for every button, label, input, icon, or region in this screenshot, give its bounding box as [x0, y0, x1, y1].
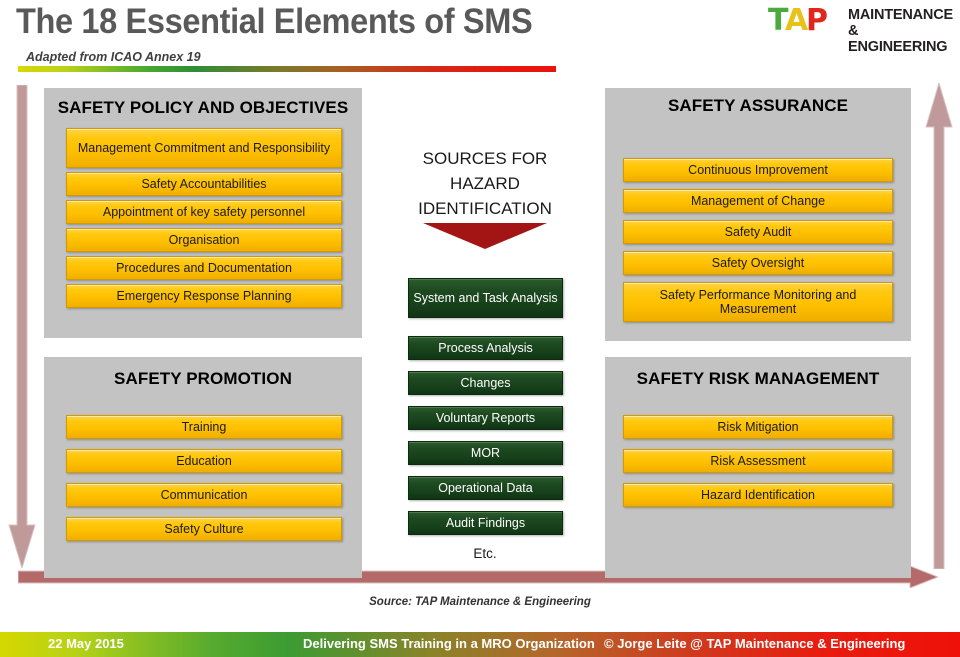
- footer-subject: Delivering SMS Training in a MRO Organiz…: [303, 636, 595, 651]
- center-heading-sources-for-hazard-identification: SOURCES FOR HAZARD IDENTIFICATION: [370, 146, 600, 221]
- element-box-mor[interactable]: MOR: [408, 441, 563, 465]
- element-box-safety-culture[interactable]: Safety Culture: [66, 517, 342, 541]
- page-header: The 18 Essential Elements of SMS Adapted…: [0, 0, 960, 75]
- panel-safety-promotion: SAFETY PROMOTION Training Education Comm…: [44, 357, 362, 578]
- title-accent-gradient-bar: [18, 66, 556, 72]
- element-box-process-analysis[interactable]: Process Analysis: [408, 336, 563, 360]
- element-box-procedures-and-documentation[interactable]: Procedures and Documentation: [66, 256, 342, 280]
- chevron-down-icon: [423, 223, 547, 249]
- footer-bar: 22 May 2015 Delivering SMS Training in a…: [0, 632, 960, 657]
- element-box-risk-mitigation[interactable]: Risk Mitigation: [623, 415, 893, 439]
- panel-title-safety-assurance: SAFETY ASSURANCE: [667, 96, 849, 115]
- panel-title-safety-policy: SAFETY POLICY AND OBJECTIVES: [57, 98, 349, 117]
- element-box-emergency-response-planning[interactable]: Emergency Response Planning: [66, 284, 342, 308]
- page-title: The 18 Essential Elements of SMS: [16, 2, 533, 41]
- tap-logo-text: MAINTENANCE & ENGINEERING: [848, 7, 953, 55]
- element-box-hazard-identification[interactable]: Hazard Identification: [623, 483, 893, 507]
- panel-safety-policy-and-objectives: SAFETY POLICY AND OBJECTIVES Management …: [44, 88, 362, 338]
- panel-title-safety-promotion: SAFETY PROMOTION: [114, 369, 292, 388]
- center-column-hazard-sources: SOURCES FOR HAZARD IDENTIFICATION System…: [370, 88, 600, 578]
- center-heading-line2: HAZARD: [450, 174, 520, 193]
- logo-letter-p: P: [806, 3, 828, 38]
- flow-arrow-down-left-icon: [8, 85, 36, 568]
- element-box-risk-assessment[interactable]: Risk Assessment: [623, 449, 893, 473]
- element-box-audit-findings[interactable]: Audit Findings: [408, 511, 563, 535]
- panel-title-safety-risk-management: SAFETY RISK MANAGEMENT: [636, 369, 880, 388]
- element-box-safety-accountabilities[interactable]: Safety Accountabilities: [66, 172, 342, 196]
- tap-logo-text-line1: MAINTENANCE: [848, 7, 953, 23]
- etc-label: Etc.: [473, 546, 497, 561]
- element-box-continuous-improvement[interactable]: Continuous Improvement: [623, 158, 893, 182]
- logo-letter-a: A: [785, 3, 809, 38]
- element-box-communication[interactable]: Communication: [66, 483, 342, 507]
- footer-date: 22 May 2015: [48, 636, 124, 651]
- element-box-training[interactable]: Training: [66, 415, 342, 439]
- tap-logo: T A P MAINTENANCE & ENGINEERING: [768, 4, 953, 56]
- element-box-safety-audit[interactable]: Safety Audit: [623, 220, 893, 244]
- element-box-safety-performance-monitoring[interactable]: Safety Performance Monitoring and Measur…: [623, 282, 893, 322]
- element-box-system-and-task-analysis[interactable]: System and Task Analysis: [408, 278, 563, 318]
- element-box-voluntary-reports[interactable]: Voluntary Reports: [408, 406, 563, 430]
- element-box-safety-oversight[interactable]: Safety Oversight: [623, 251, 893, 275]
- element-box-management-commitment[interactable]: Management Commitment and Responsibility: [66, 128, 342, 168]
- center-heading-line3: IDENTIFICATION: [418, 199, 552, 218]
- center-heading-line1: SOURCES FOR: [422, 149, 548, 168]
- flow-arrow-up-right-icon: [925, 83, 953, 569]
- element-box-education[interactable]: Education: [66, 449, 342, 473]
- element-box-appointment-key-safety-personnel[interactable]: Appointment of key safety personnel: [66, 200, 342, 224]
- tap-logo-text-line2: & ENGINEERING: [848, 23, 948, 55]
- tap-logo-mark: T A P: [768, 6, 840, 38]
- element-box-management-of-change[interactable]: Management of Change: [623, 189, 893, 213]
- element-box-operational-data[interactable]: Operational Data: [408, 476, 563, 500]
- footer-copyright: © Jorge Leite @ TAP Maintenance & Engine…: [604, 636, 906, 651]
- element-box-changes[interactable]: Changes: [408, 371, 563, 395]
- page-subtitle: Adapted from ICAO Annex 19: [26, 50, 201, 64]
- source-note: Source: TAP Maintenance & Engineering: [369, 596, 591, 608]
- panel-safety-risk-management: SAFETY RISK MANAGEMENT Risk Mitigation R…: [605, 357, 911, 578]
- panel-safety-assurance: SAFETY ASSURANCE Continuous Improvement …: [605, 88, 911, 341]
- element-box-organisation[interactable]: Organisation: [66, 228, 342, 252]
